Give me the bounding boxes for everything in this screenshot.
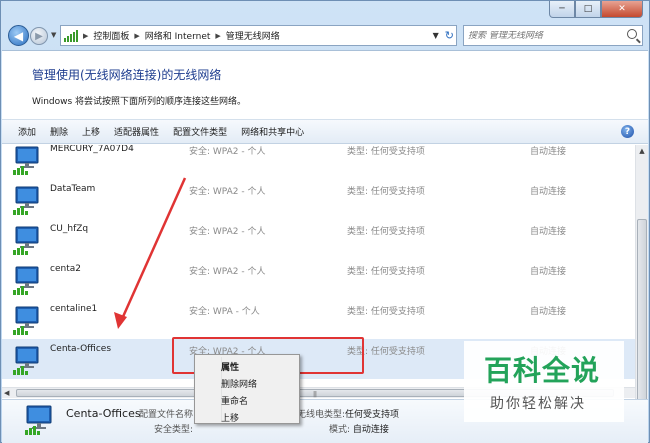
network-row[interactable]: CU_hfZq 安全: WPA2 - 个人 类型: 任何受支持项 自动连接 <box>2 219 635 259</box>
wireless-network-icon <box>13 186 39 215</box>
network-row[interactable]: centaline1 安全: WPA - 个人 类型: 任何受支持项 自动连接 <box>2 299 635 339</box>
breadcrumb-separator-icon[interactable]: ▶ <box>134 32 139 40</box>
breadcrumb-manage-wireless[interactable]: 管理无线网络 <box>226 29 280 42</box>
address-actions: ▼ ↻ <box>433 26 454 45</box>
network-type: 类型: 任何受支持项 <box>347 187 425 197</box>
network-security: 安全: WPA2 - 个人 <box>189 147 266 157</box>
search-input[interactable] <box>468 30 618 41</box>
details-radio-type: 无线电类型:任何受支持项 <box>297 407 399 420</box>
window-frame: ─ □ ✕ ◀ ▶ ▼ ▶ 控制面板 ▶ 网络和 Internet ▶ 管理无线… <box>0 0 650 443</box>
network-row[interactable]: MERCURY_7A07D4 安全: WPA2 - 个人 类型: 任何受支持项 自动连… <box>2 145 635 179</box>
address-dropdown-icon[interactable]: ▼ <box>433 31 439 40</box>
network-name: centaline1 <box>50 304 98 314</box>
breadcrumb: ▶ 控制面板 ▶ 网络和 Internet ▶ 管理无线网络 <box>78 29 280 43</box>
network-connect-mode: 自动连接 <box>530 267 567 277</box>
network-connect-mode: 自动连接 <box>530 307 567 317</box>
network-connect-mode: 自动连接 <box>530 147 567 157</box>
wireless-network-icon <box>25 405 52 435</box>
network-name: MERCURY_7A07D4 <box>50 145 134 154</box>
network-sharing-center-button[interactable]: 网络和共享中心 <box>241 125 304 138</box>
menu-item-properties[interactable]: 属性 <box>221 360 239 373</box>
network-row[interactable]: DataTeam 安全: WPA2 - 个人 类型: 任何受支持项 自动连接 <box>2 179 635 219</box>
watermark-subtitle: 助你轻松解决 <box>490 396 586 412</box>
network-security: 安全: WPA2 - 个人 <box>189 267 266 277</box>
network-name: Centa-Offices <box>50 344 112 354</box>
context-menu: 属性 删除网络 重命名 上移 <box>194 354 300 424</box>
network-security: 安全: WPA2 - 个人 <box>189 187 266 197</box>
details-radio-value: 任何受支持项 <box>345 410 400 420</box>
details-radio-label: 无线电类型: <box>297 410 346 420</box>
details-network-name: Centa-Offices <box>66 407 141 420</box>
page-description: Windows 将尝试按照下面所列的顺序连接这些网络。 <box>32 97 247 107</box>
wireless-network-icon <box>13 346 39 375</box>
caption-buttons: ─ □ ✕ <box>549 1 643 18</box>
page-title: 管理使用(无线网络连接)的无线网络 <box>32 68 222 82</box>
move-up-button[interactable]: 上移 <box>82 125 100 138</box>
network-security: 安全: WPA2 - 个人 <box>189 227 266 237</box>
recent-pages-dropdown[interactable]: ▼ <box>51 31 56 39</box>
delete-button[interactable]: 删除 <box>50 125 68 138</box>
network-name: centa2 <box>50 264 81 274</box>
watermark-title: 百科全说 <box>484 354 601 387</box>
details-mode-label: 模式: <box>329 425 351 435</box>
scroll-up-icon[interactable]: ▲ <box>636 145 648 157</box>
details-mode-value: 自动连接 <box>352 425 389 435</box>
navigation-bar: ◀ ▶ ▼ ▶ 控制面板 ▶ 网络和 Internet ▶ 管理无线网络 ▼ ↻ <box>1 23 649 47</box>
breadcrumb-control-panel[interactable]: 控制面板 <box>93 29 129 42</box>
menu-item-remove-network[interactable]: 删除网络 <box>221 377 257 390</box>
details-profile-label: 配置文件名称: <box>139 410 197 420</box>
network-connect-mode: 自动连接 <box>530 187 567 197</box>
details-mode: 模式: 自动连接 <box>329 422 389 435</box>
help-icon[interactable]: ? <box>621 125 634 138</box>
command-bar: 添加 删除 上移 适配器属性 配置文件类型 网络和共享中心 ? <box>2 119 648 144</box>
wireless-network-icon <box>13 226 39 255</box>
network-name: DataTeam <box>50 184 96 194</box>
breadcrumb-separator-icon[interactable]: ▶ <box>215 32 220 40</box>
network-name: CU_hfZq <box>50 224 89 234</box>
menu-item-rename[interactable]: 重命名 <box>221 394 248 407</box>
minimize-button[interactable]: ─ <box>549 1 575 18</box>
breadcrumb-network-internet[interactable]: 网络和 Internet <box>145 29 211 42</box>
network-type: 类型: 任何受支持项 <box>347 307 425 317</box>
network-security: 安全: WPA - 个人 <box>189 307 260 317</box>
network-type: 类型: 任何受支持项 <box>347 227 425 237</box>
search-box[interactable] <box>463 25 643 46</box>
wireless-network-icon <box>13 146 39 175</box>
network-type: 类型: 任何受支持项 <box>347 267 425 277</box>
breadcrumb-separator-icon: ▶ <box>83 31 89 40</box>
vertical-scroll-thumb[interactable] <box>637 219 647 415</box>
network-row[interactable]: centa2 安全: WPA2 - 个人 类型: 任何受支持项 自动连接 <box>2 259 635 299</box>
profile-type-button[interactable]: 配置文件类型 <box>173 125 227 138</box>
forward-button[interactable]: ▶ <box>30 27 48 45</box>
vertical-scrollbar[interactable]: ▲ ▼ <box>635 145 648 427</box>
maximize-button[interactable]: □ <box>575 1 601 18</box>
network-type: 类型: 任何受支持项 <box>347 147 425 157</box>
network-connect-mode: 自动连接 <box>530 227 567 237</box>
refresh-icon[interactable]: ↻ <box>445 29 454 42</box>
add-button[interactable]: 添加 <box>18 125 36 138</box>
address-bar[interactable]: ▶ 控制面板 ▶ 网络和 Internet ▶ 管理无线网络 ▼ ↻ <box>60 25 457 46</box>
watermark: 百科全说 助你轻松解决 <box>464 341 624 422</box>
adapter-properties-button[interactable]: 适配器属性 <box>114 125 159 138</box>
network-location-icon <box>64 29 78 42</box>
close-button[interactable]: ✕ <box>601 1 643 18</box>
details-security-label: 安全类型: <box>154 425 194 435</box>
search-icon[interactable] <box>627 29 637 39</box>
wireless-network-icon <box>13 306 39 335</box>
back-button[interactable]: ◀ <box>8 25 29 46</box>
wireless-network-icon <box>13 266 39 295</box>
scroll-grip-icon: ||| <box>313 391 317 398</box>
menu-item-move-up[interactable]: 上移 <box>221 411 239 424</box>
scroll-left-icon[interactable]: ◀ <box>4 389 9 397</box>
